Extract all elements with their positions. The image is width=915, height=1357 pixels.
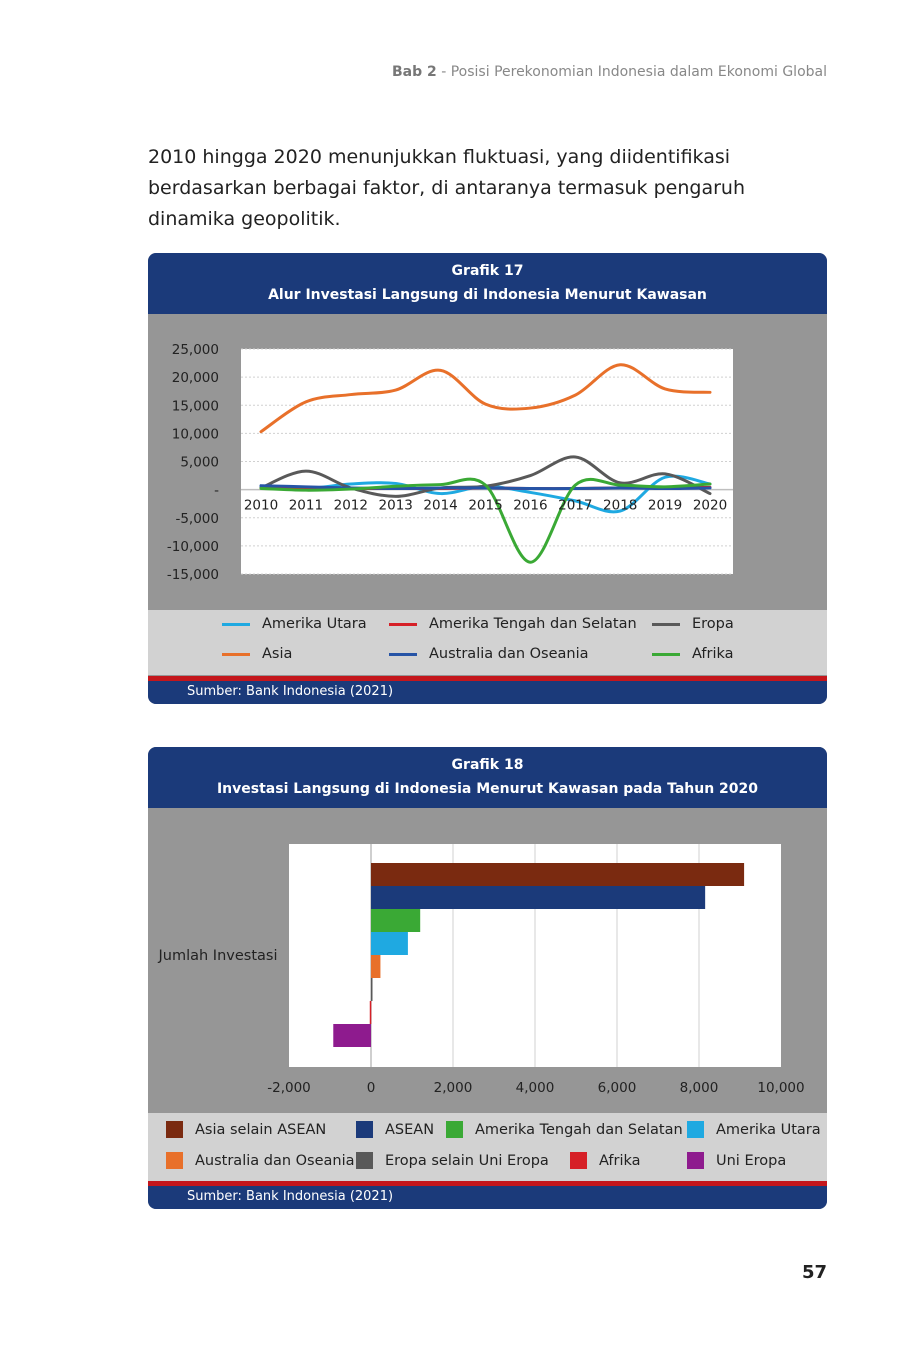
bar xyxy=(371,978,373,1001)
y-tick-label: 10,000 xyxy=(172,426,219,442)
x-tick-label: 10,000 xyxy=(757,1080,804,1096)
y-tick-label: -10,000 xyxy=(167,539,219,555)
legend-swatch xyxy=(166,1152,183,1169)
line-chart-legend: Amerika Utara Amerika Tengah dan Selatan E… xyxy=(148,610,827,675)
x-tick-label: -2,000 xyxy=(267,1080,311,1096)
legend-swatch xyxy=(570,1152,587,1169)
legend-label: Afrika xyxy=(692,646,734,662)
legend-item: Amerika Utara xyxy=(687,1121,821,1138)
legend-item: Amerika Tengah dan Selatan xyxy=(389,616,637,632)
x-tick-label: 2014 xyxy=(423,498,457,514)
legend-item: Asia xyxy=(222,646,292,662)
y-tick-label: -5,000 xyxy=(175,511,219,527)
legend-label: Eropa selain Uni Eropa xyxy=(385,1152,549,1169)
bar xyxy=(371,955,381,978)
x-tick-label: 2019 xyxy=(648,498,682,514)
legend-item: ASEAN xyxy=(356,1121,434,1138)
legend-item: Australia dan Oseania xyxy=(166,1152,355,1169)
legend-label: Amerika Tengah dan Selatan xyxy=(475,1121,683,1138)
y-tick-label: 5,000 xyxy=(180,455,219,471)
legend-label: ASEAN xyxy=(385,1121,435,1138)
legend-swatch xyxy=(652,622,680,626)
x-tick-label: 2,000 xyxy=(434,1080,473,1096)
legend-swatch xyxy=(166,1121,183,1138)
x-tick-label: 2013 xyxy=(379,498,413,514)
legend-label: Asia xyxy=(262,646,293,662)
bar xyxy=(369,1001,372,1024)
legend-item: Uni Eropa xyxy=(687,1152,786,1169)
legend-swatch xyxy=(222,652,250,656)
intro-paragraph: 2010 hingga 2020 menunjukkan fluktuasi, … xyxy=(148,146,745,230)
x-tick-label: 2017 xyxy=(558,498,592,514)
x-tick-label: 0 xyxy=(367,1080,376,1096)
page-number: 57 xyxy=(801,1262,827,1283)
x-tick-label: 8,000 xyxy=(680,1080,719,1096)
legend-item: Afrika xyxy=(652,646,734,662)
x-tick-label: 2010 xyxy=(244,498,278,514)
x-tick-label: 2020 xyxy=(693,498,727,514)
y-tick-label: -15,000 xyxy=(167,567,219,583)
figure-source: Sumber: Bank Indonesia (2021) xyxy=(148,676,827,704)
legend-label: Afrika xyxy=(599,1152,641,1169)
legend-item: Amerika Utara xyxy=(222,616,367,632)
legend-item: Australia dan Oseania xyxy=(389,646,589,662)
legend-label: Australia dan Oseania xyxy=(195,1152,355,1169)
legend-swatch xyxy=(389,652,417,656)
legend-label: Amerika Tengah dan Selatan xyxy=(429,616,637,632)
figure-title: Investasi Langsung di Indonesia Menurut … xyxy=(216,781,759,797)
legend-swatch xyxy=(356,1152,373,1169)
legend-swatch xyxy=(652,652,680,656)
legend-swatch xyxy=(446,1121,463,1138)
y-tick-label: 15,000 xyxy=(172,398,219,414)
legend-item: Eropa selain Uni Eropa xyxy=(356,1152,549,1169)
bar xyxy=(333,1024,371,1047)
figure-title: Alur Investasi Langsung di Indonesia Men… xyxy=(268,287,707,303)
figure-header: Grafik 17 Alur Investasi Langsung di Ind… xyxy=(148,253,827,314)
figure-number: Grafik 17 xyxy=(451,263,524,279)
line-chart: 25,000 20,000 15,000 10,000 5,000 - -5,000 -10,… xyxy=(167,342,733,583)
legend-label: Australia dan Oseania xyxy=(429,646,589,662)
legend-swatch xyxy=(356,1121,373,1138)
figure-header: Grafik 18 Investasi Langsung di Indonesi… xyxy=(148,747,827,808)
legend-label: Amerika Utara xyxy=(716,1121,821,1138)
x-tick-label: 2011 xyxy=(289,498,323,514)
y-tick-label: 25,000 xyxy=(172,342,219,358)
figure-source: Sumber: Bank Indonesia (2021) xyxy=(148,1181,827,1209)
x-tick-label: 4,000 xyxy=(516,1080,555,1096)
x-tick-label: 2015 xyxy=(468,498,502,514)
bar xyxy=(371,886,706,909)
legend-item: Amerika Tengah dan Selatan xyxy=(446,1121,683,1138)
x-tick-label: 6,000 xyxy=(598,1080,637,1096)
legend-swatch xyxy=(389,622,417,626)
running-head-chapter: Bab 2 xyxy=(392,64,437,80)
x-tick-label: 2016 xyxy=(513,498,547,514)
legend-swatch xyxy=(687,1152,704,1169)
legend-swatch xyxy=(222,622,250,626)
legend-item: Asia selain ASEAN xyxy=(166,1121,326,1138)
bar-chart-legend: Asia selain ASEAN ASEAN Amerika Tengah dan… xyxy=(148,1113,827,1181)
y-tick-label: 20,000 xyxy=(172,370,219,386)
legend-item: Afrika xyxy=(570,1152,641,1169)
figure-grafik-17: Grafik 17 Alur Investasi Langsung di Ind… xyxy=(148,253,827,704)
figure-number: Grafik 18 xyxy=(451,757,524,773)
bar xyxy=(371,909,421,932)
running-head: Bab 2 - Posisi Perekonomian Indonesia da… xyxy=(392,64,827,80)
line-chart-area: 25,000 20,000 15,000 10,000 5,000 - -5,000 -10,… xyxy=(148,314,827,610)
running-head-title: - Posisi Perekonomian Indonesia dalam Ek… xyxy=(441,64,827,80)
y-tick-label: - xyxy=(214,483,219,499)
bar-chart-area: -2,000 0 2,000 4,000 6,000 8,000 10,000 Jumlah … xyxy=(148,808,827,1113)
category-label: Jumlah Investasi xyxy=(158,948,278,964)
bar-chart: -2,000 0 2,000 4,000 6,000 8,000 10,000 Jumlah … xyxy=(158,844,805,1096)
figure-grafik-18: Grafik 18 Investasi Langsung di Indonesi… xyxy=(148,747,827,1209)
bar xyxy=(371,932,408,955)
legend-label: Uni Eropa xyxy=(716,1152,787,1169)
legend-label: Eropa xyxy=(692,616,734,632)
bar xyxy=(371,863,745,886)
legend-swatch xyxy=(687,1121,704,1138)
legend-item: Eropa xyxy=(652,616,734,632)
x-tick-label: 2018 xyxy=(603,498,637,514)
x-tick-label: 2012 xyxy=(334,498,368,514)
legend-label: Amerika Utara xyxy=(262,616,367,632)
legend-label: Asia selain ASEAN xyxy=(195,1121,327,1138)
